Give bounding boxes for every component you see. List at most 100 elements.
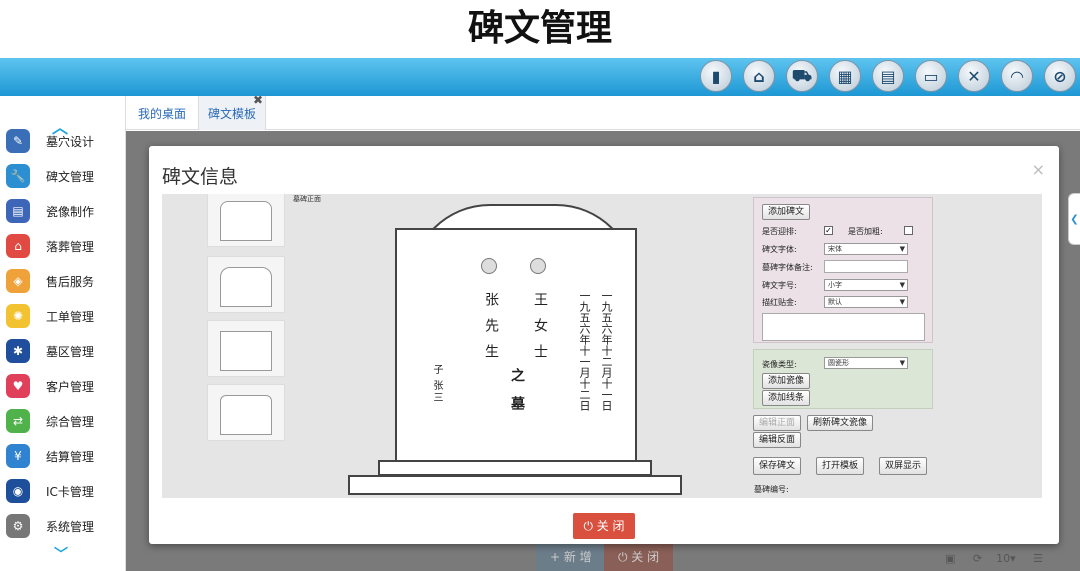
yen-icon: ¥: [6, 444, 30, 468]
caret-icon: ▾: [1010, 552, 1016, 565]
sidebar-item[interactable]: ▤ 瓷像制作: [6, 196, 94, 226]
tombstone-canvas[interactable]: 张先生 王女士 之墓 一九五六年十一月十二日 一九五六年十二月十一日 子 张三: [395, 228, 637, 462]
top-icon-bar: ▮ ⌂ ⛟ ▦ ▤ ▭ ✕ ◠ ⊘: [700, 60, 1076, 92]
tomb-of-text[interactable]: 之墓: [507, 368, 527, 424]
sidebar-item[interactable]: ◈ 售后服务: [6, 266, 94, 296]
sidebar-item[interactable]: 🔧 碑文管理: [6, 161, 94, 191]
tab-desktop[interactable]: 我的桌面: [138, 96, 200, 130]
sidebar-item[interactable]: ✎ 墓穴设计: [6, 126, 94, 156]
add-line-button[interactable]: 添加线条: [762, 390, 811, 406]
sidebar-item[interactable]: ⌂ 落葬管理: [6, 231, 94, 261]
close-page-button[interactable]: ⏻ 关 闭: [604, 543, 674, 571]
sidebar-item[interactable]: ⚙ 系统管理: [6, 511, 94, 541]
add-image-button[interactable]: 添加瓷像: [762, 373, 811, 389]
son-name-text[interactable]: 张三: [429, 380, 444, 404]
tab-label: 我的桌面: [138, 107, 187, 121]
bold-label: 是否加粗:: [848, 227, 883, 236]
sidebar-item-label: 售后服务: [46, 274, 95, 289]
house-icon: ⌂: [6, 234, 30, 258]
refresh-icon[interactable]: ⟳: [973, 552, 982, 565]
date-left-text[interactable]: 一九五六年十一月十二日: [578, 290, 591, 411]
edit-front-button[interactable]: 编辑正面: [753, 415, 802, 431]
shuffle-icon: ⇄: [6, 409, 30, 433]
top-toolbar: ▮ ⌂ ⛟ ▦ ▤ ▭ ✕ ◠ ⊘: [0, 58, 1080, 96]
gilding-select[interactable]: 默认 ▼: [824, 296, 908, 308]
block-icon[interactable]: ⊘: [1044, 60, 1076, 92]
wifi-card-icon: ◉: [6, 479, 30, 503]
date-right-text[interactable]: 一九五六年十二月十一日: [600, 290, 613, 411]
sidebar-item-label: 墓穴设计: [46, 134, 95, 149]
sidebar-item-label: IC卡管理: [46, 484, 94, 499]
add-button[interactable]: + 新 增: [536, 543, 606, 571]
sidebar-item-label: 碑文管理: [46, 169, 95, 184]
template-thumbnail[interactable]: [207, 256, 285, 313]
sidebar-item-label: 综合管理: [46, 414, 95, 429]
bag-icon: ◈: [6, 269, 30, 293]
dropdown-arrow-icon: ▼: [899, 359, 905, 367]
add-inscription-button[interactable]: 添加碑文: [762, 204, 811, 220]
sidebar-item-label: 工单管理: [46, 309, 95, 324]
sidebar-item[interactable]: ⇄ 综合管理: [6, 406, 94, 436]
page-size-select[interactable]: 10: [996, 552, 1010, 565]
sidebar-item[interactable]: ✱ 墓区管理: [6, 336, 94, 366]
close-dialog-button[interactable]: ⏻ 关 闭: [573, 513, 635, 539]
sidebar: ︿ ✎ 墓穴设计 🔧 碑文管理 ▤ 瓷像制作 ⌂ 落葬管理 ◈ 售后服务 ✺ 工单管理 ✱ 墓区管理 ♥ 客户…: [0, 96, 126, 571]
portrait-placeholder[interactable]: [481, 258, 497, 274]
font-note-label: 墓碑字体备注:: [762, 263, 813, 272]
open-template-button[interactable]: 打开模板: [816, 457, 865, 475]
font-note-input[interactable]: [824, 260, 908, 273]
bulb-icon: ✺: [6, 304, 30, 328]
side-expand-tab[interactable]: ❮: [1068, 193, 1080, 245]
close-icon[interactable]: ✖: [253, 94, 263, 106]
dialog-title: 碑文信息: [162, 166, 239, 188]
font-size-select[interactable]: 小字 ▼: [824, 279, 908, 291]
font-select[interactable]: 宋体 ▼: [824, 243, 908, 255]
chevron-down-icon[interactable]: ﹀: [54, 544, 68, 564]
building-icon[interactable]: ▦: [829, 60, 861, 92]
image-settings-panel: 瓷像类型: 圆瓷形 ▼ 添加瓷像 添加线条: [753, 349, 933, 409]
template-thumbnail[interactable]: [207, 384, 285, 441]
image-type-label: 瓷像类型:: [762, 360, 797, 369]
dialog-body: 墓碑正面 张先生 王女士 之墓 一九五六年十一月十二日 一九五六年十二月十一日 …: [162, 194, 1042, 498]
rss-icon[interactable]: ◠: [1001, 60, 1033, 92]
sidebar-item[interactable]: ◉ IC卡管理: [6, 476, 94, 506]
son-label-text[interactable]: 子: [429, 364, 444, 376]
clipboard-icon[interactable]: ▤: [872, 60, 904, 92]
dropdown-arrow-icon: ▼: [899, 245, 905, 253]
traditional-checkbox[interactable]: ✓: [824, 226, 833, 235]
list-view-icon[interactable]: ☰: [1033, 552, 1043, 565]
cart-icon[interactable]: ⛟: [786, 60, 818, 92]
tab-bar: 我的桌面 碑文模板 ✖: [126, 94, 1080, 130]
close-icon[interactable]: ×: [1032, 160, 1045, 179]
template-thumbnail[interactable]: [207, 320, 285, 377]
tab-inscription-template[interactable]: 碑文模板 ✖: [198, 94, 266, 130]
pages-icon: ▤: [6, 199, 30, 223]
sidebar-item[interactable]: ✺ 工单管理: [6, 301, 94, 331]
dual-screen-button[interactable]: 双屏显示: [879, 457, 928, 475]
export-icon[interactable]: ▣: [945, 552, 955, 565]
sidebar-item[interactable]: ♥ 客户管理: [6, 371, 94, 401]
tombstone-base: [348, 475, 682, 495]
left-name-text[interactable]: 张先生: [481, 292, 501, 370]
template-thumbnail[interactable]: [207, 194, 285, 247]
right-name-text[interactable]: 王女士: [530, 292, 550, 370]
heart-icon: ♥: [6, 374, 30, 398]
portrait-placeholder[interactable]: [530, 258, 546, 274]
sidebar-item[interactable]: ¥ 结算管理: [6, 441, 94, 471]
sidebar-item-label: 系统管理: [46, 519, 95, 534]
notes-textarea[interactable]: [762, 313, 925, 341]
image-type-select[interactable]: 圆瓷形 ▼: [824, 357, 908, 369]
save-inscription-button[interactable]: 保存碑文: [753, 457, 802, 475]
chart-icon[interactable]: ▮: [700, 60, 732, 92]
inscription-settings-panel: 添加碑文 是否迎排: ✓ 是否加粗: 碑文字体: 宋体 ▼ 墓碑字体备注: 碑文字…: [753, 197, 933, 343]
sidebar-item-label: 瓷像制作: [46, 204, 95, 219]
font-size-value: 小字: [828, 281, 842, 289]
bold-checkbox[interactable]: [904, 226, 913, 235]
close-icon[interactable]: ✕: [958, 60, 990, 92]
font-label: 碑文字体:: [762, 245, 797, 254]
refresh-image-button[interactable]: 刷新碑文瓷像: [807, 415, 874, 431]
edit-back-button[interactable]: 编辑反面: [753, 432, 802, 448]
wrench-icon: 🔧: [6, 164, 30, 188]
home-icon[interactable]: ⌂: [743, 60, 775, 92]
monitor-icon[interactable]: ▭: [915, 60, 947, 92]
